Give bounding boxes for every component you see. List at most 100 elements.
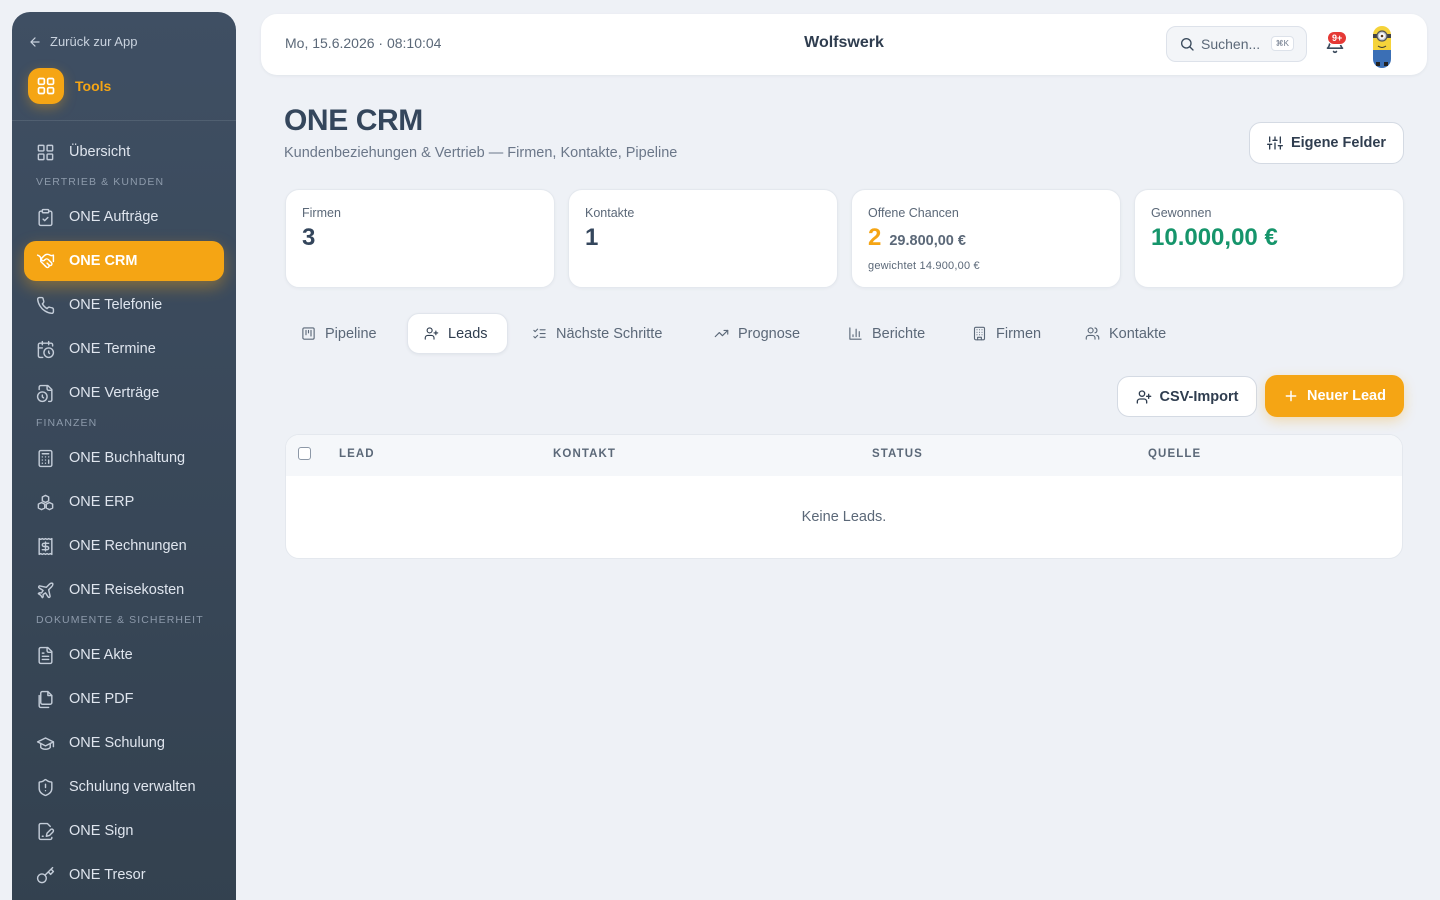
tab-leads[interactable]: Leads	[407, 313, 508, 354]
sidebar-item-label: ONE Schulung	[69, 735, 165, 751]
stat-label: Firmen	[302, 206, 341, 220]
tab-label: Nächste Schritte	[556, 325, 663, 342]
notification-badge: 9+	[1327, 31, 1348, 45]
sidebar-item-label: Übersicht	[69, 144, 131, 160]
tab-berichte[interactable]: Berichte	[832, 313, 948, 354]
stat-value: 10.000,00 €	[1151, 224, 1278, 251]
sidebar-item-one-crm[interactable]: ONE CRM	[24, 241, 224, 281]
tab-label: Pipeline	[325, 325, 377, 342]
tab-naechste-schritte[interactable]: Nächste Schritte	[516, 313, 690, 354]
back-to-app-link[interactable]: Zurück zur App	[28, 34, 137, 49]
sidebar-item-label: ONE Sign	[69, 823, 134, 839]
kanban-icon	[301, 326, 316, 341]
page-subtitle: Kundenbeziehungen & Vertrieb — Firmen, K…	[284, 145, 678, 161]
stat-card-firmen: Firmen 3	[285, 189, 555, 288]
avatar[interactable]	[1367, 22, 1397, 68]
custom-fields-button[interactable]: Eigene Felder	[1249, 122, 1404, 164]
open-chances-amount: 29.800,00 €	[889, 233, 966, 249]
back-to-app-label: Zurück zur App	[50, 34, 138, 49]
building-icon	[972, 326, 987, 341]
sidebar-nav: Übersicht VERTRIEB & KUNDEN ONE Aufträge ON…	[24, 132, 224, 899]
leads-table: LEAD KONTAKT STATUS QUELLE Keine Leads.	[285, 434, 1403, 559]
tab-kontakte[interactable]: Kontakte	[1069, 313, 1189, 354]
sidebar-section-vertrieb-kunden: VERTRIEB & KUNDEN	[36, 176, 165, 188]
tab-label: Firmen	[996, 325, 1042, 342]
stat-label: Offene Chancen	[868, 206, 959, 220]
sidebar-item-one-reisekosten[interactable]: ONE Reisekosten	[24, 570, 224, 610]
calendar-clock-icon	[36, 340, 55, 359]
column-header-kontakt[interactable]: KONTAKT	[553, 448, 616, 460]
tools-grid-icon	[28, 68, 64, 104]
sidebar-item-uebersicht[interactable]: Übersicht	[24, 132, 224, 172]
weighted-amount: gewichtet 14.900,00 €	[868, 260, 980, 272]
tab-firmen[interactable]: Firmen	[956, 313, 1061, 354]
sidebar-item-one-tresor[interactable]: ONE Tresor	[24, 855, 224, 895]
clipboard-check-icon	[36, 208, 55, 227]
tab-label: Kontakte	[1109, 325, 1167, 342]
tab-label: Berichte	[872, 325, 926, 342]
empty-state: Keine Leads.	[801, 509, 887, 525]
tab-pipeline[interactable]: Pipeline	[285, 313, 398, 354]
sidebar-item-label: ONE Akte	[69, 647, 133, 663]
sidebar-item-one-buchhaltung[interactable]: ONE Buchhaltung	[24, 438, 224, 478]
receipt-dollar-icon	[36, 537, 55, 556]
graduation-cap-icon	[36, 734, 55, 753]
calculator-icon	[36, 449, 55, 468]
sidebar-item-one-sign[interactable]: ONE Sign	[24, 811, 224, 851]
sidebar-item-label: ONE Verträge	[69, 385, 160, 401]
sidebar-item-schulung-verwalten[interactable]: Schulung verwalten	[24, 767, 224, 807]
bar-chart-icon	[848, 326, 863, 341]
sidebar-item-label: ONE PDF	[69, 691, 134, 707]
file-clock-icon	[36, 384, 55, 403]
phone-icon	[36, 296, 55, 315]
plus-icon	[1283, 388, 1299, 404]
column-header-status[interactable]: STATUS	[872, 448, 923, 460]
sidebar-item-label: ONE CRM	[69, 253, 138, 269]
new-lead-button[interactable]: Neuer Lead	[1265, 375, 1404, 417]
grid-icon	[36, 143, 55, 162]
sidebar-item-one-akte[interactable]: ONE Akte	[24, 635, 224, 675]
shield-alert-icon	[36, 778, 55, 797]
sidebar-item-label: ONE Telefonie	[69, 297, 163, 313]
sidebar-item-one-schulung[interactable]: ONE Schulung	[24, 723, 224, 763]
tools-header[interactable]: Tools	[28, 68, 111, 104]
sliders-icon	[1266, 135, 1283, 151]
open-chances-count: 2	[868, 224, 882, 251]
sidebar-item-one-termine[interactable]: ONE Termine	[24, 329, 224, 369]
stat-card-gewonnen: Gewonnen 10.000,00 €	[1134, 189, 1404, 288]
sidebar-item-label: ONE ERP	[69, 494, 135, 510]
sidebar-item-one-erp[interactable]: ONE ERP	[24, 482, 224, 522]
trending-up-icon	[714, 326, 729, 341]
sidebar-item-one-pdf[interactable]: ONE PDF	[24, 679, 224, 719]
new-lead-label: Neuer Lead	[1307, 388, 1386, 404]
list-checks-icon	[532, 326, 547, 341]
stat-card-offene-chancen: Offene Chancen 2 29.800,00 € gewichtet 1…	[851, 189, 1121, 288]
stat-value: 1	[585, 224, 599, 251]
select-all-checkbox[interactable]	[298, 447, 311, 460]
search-input[interactable]: Suchen... ⌘K	[1166, 26, 1307, 62]
csv-import-label: CSV-Import	[1159, 388, 1239, 405]
column-header-quelle[interactable]: QUELLE	[1148, 448, 1201, 460]
tab-label: Prognose	[738, 325, 801, 342]
file-signature-icon	[36, 822, 55, 841]
sidebar-item-label: ONE Tresor	[69, 867, 146, 883]
handshake-icon	[36, 252, 55, 271]
sidebar-item-label: ONE Rechnungen	[69, 538, 187, 554]
sidebar-item-one-vertraege[interactable]: ONE Verträge	[24, 373, 224, 413]
sidebar-item-label: ONE Reisekosten	[69, 582, 185, 598]
file-text-icon	[36, 646, 55, 665]
sidebar-section-dokumente-sicherheit: DOKUMENTE & SICHERHEIT	[36, 614, 204, 626]
tools-label: Tools	[75, 78, 112, 94]
arrow-left-icon	[28, 35, 42, 49]
sidebar-item-one-rechnungen[interactable]: ONE Rechnungen	[24, 526, 224, 566]
sidebar-item-one-telefonie[interactable]: ONE Telefonie	[24, 285, 224, 325]
plane-icon	[36, 581, 55, 600]
csv-import-button[interactable]: CSV-Import	[1117, 376, 1257, 417]
column-header-lead[interactable]: LEAD	[339, 448, 375, 460]
datetime: Mo, 15.6.2026 · 08:10:04	[285, 35, 442, 51]
stat-label: Kontakte	[585, 206, 635, 220]
sidebar-item-one-auftraege[interactable]: ONE Aufträge	[24, 197, 224, 237]
sidebar: Zurück zur App Tools Übersicht VERTRIEB &…	[12, 12, 236, 900]
tab-prognose[interactable]: Prognose	[698, 313, 824, 354]
sidebar-item-label: ONE Buchhaltung	[69, 450, 186, 466]
